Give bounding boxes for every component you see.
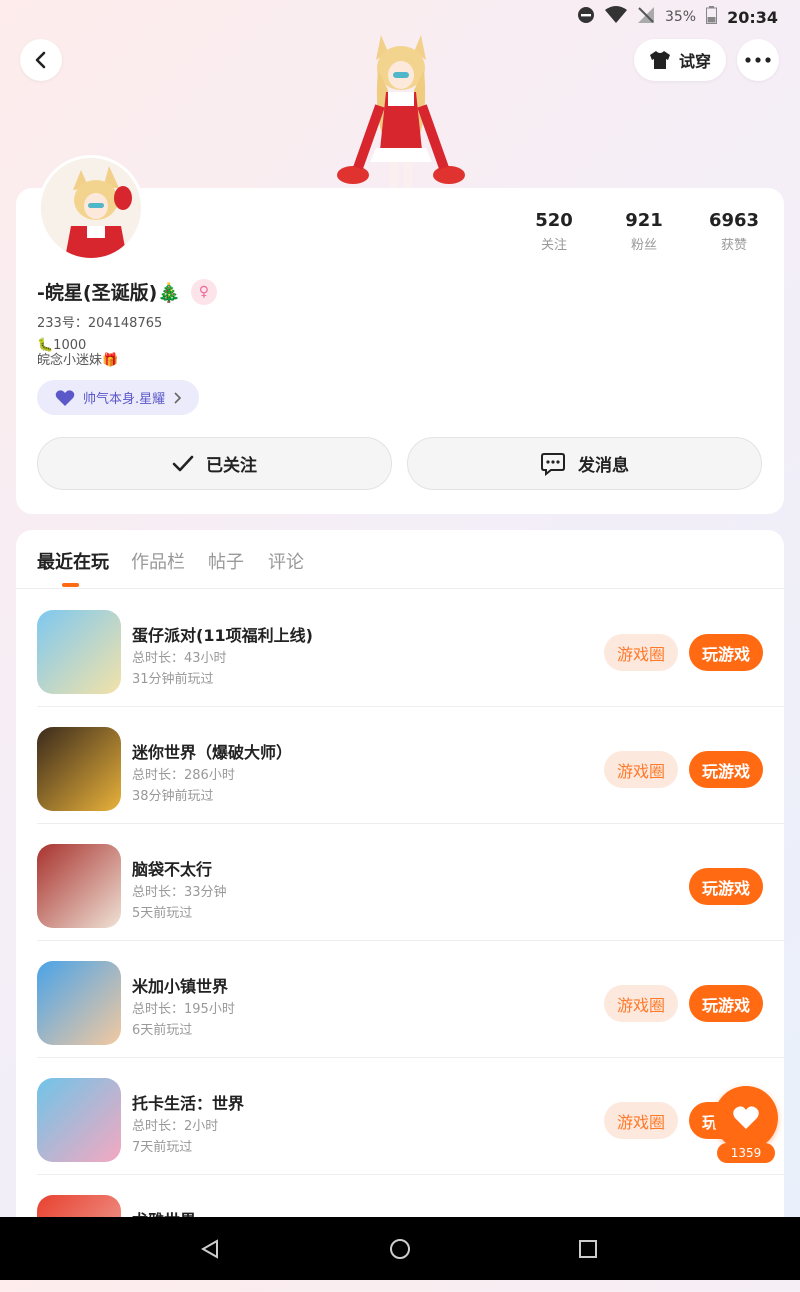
stat-following[interactable]: 520 关注 bbox=[509, 210, 599, 253]
following-button[interactable]: 已关注 bbox=[37, 437, 392, 490]
play-game-button[interactable]: 玩游戏 bbox=[689, 634, 763, 671]
nickname: -皖星(圣诞版)🎄 bbox=[37, 282, 181, 304]
status-bar: 35% 20:34 bbox=[0, 0, 800, 34]
game-row[interactable]: 脑袋不太行总时长：33分钟 5天前玩过 玩游戏 bbox=[16, 824, 784, 941]
checkmark-icon bbox=[172, 455, 194, 471]
bio-line: 皖念小迷妹🎁 bbox=[37, 353, 119, 368]
tab-works[interactable]: 作品栏 bbox=[131, 548, 185, 574]
game-duration: 总时长：2小时 bbox=[132, 1119, 219, 1134]
game-icon[interactable] bbox=[37, 727, 121, 811]
play-game-button[interactable]: 玩游戏 bbox=[689, 868, 763, 905]
back-button[interactable] bbox=[20, 39, 62, 81]
game-title: 迷你世界（爆破大师） bbox=[132, 743, 293, 762]
game-duration: 总时长：195小时 bbox=[132, 1002, 235, 1017]
game-row[interactable]: 米加小镇世界总时长：195小时 6天前玩过 游戏圈 玩游戏 bbox=[16, 941, 784, 1058]
more-button[interactable] bbox=[737, 39, 779, 81]
chat-bubble-icon bbox=[541, 452, 565, 476]
stat-value: 921 bbox=[625, 210, 663, 231]
try-on-button[interactable]: 试穿 bbox=[634, 39, 726, 81]
tab-posts[interactable]: 帖子 bbox=[208, 548, 244, 574]
avatar[interactable] bbox=[38, 155, 144, 261]
battery-percent: 35% bbox=[664, 9, 697, 25]
game-title: 米加小镇世界 bbox=[132, 977, 229, 996]
tab-comments[interactable]: 评论 bbox=[268, 548, 304, 574]
chevron-left-icon bbox=[35, 51, 46, 69]
game-row[interactable]: 托卡生活：世界总时长：2小时7天前玩过游戏圈玩游戏 bbox=[16, 1058, 784, 1175]
like-button[interactable] bbox=[714, 1086, 778, 1150]
game-duration: 总时长：286小时 bbox=[132, 768, 235, 783]
game-last-played: 5天前玩过 bbox=[132, 906, 193, 921]
user-id: 233号：204148765 bbox=[37, 316, 163, 331]
game-title: 蛋仔派对(11项福利上线) bbox=[132, 626, 313, 645]
no-signal-icon bbox=[637, 6, 655, 28]
stat-value: 520 bbox=[535, 210, 573, 231]
play-game-button[interactable]: 玩游戏 bbox=[689, 751, 763, 788]
try-on-label: 试穿 bbox=[678, 52, 711, 71]
game-circle-button[interactable]: 游戏圈 bbox=[604, 985, 678, 1022]
title-badge[interactable]: 帅气本身.星耀 bbox=[37, 380, 199, 415]
game-title: 脑袋不太行 bbox=[132, 860, 213, 879]
game-icon[interactable] bbox=[37, 1078, 121, 1162]
game-circle-button[interactable]: 游戏圈 bbox=[604, 634, 678, 671]
navigation-bar bbox=[0, 1217, 800, 1280]
badge-label: 帅气本身.星耀 bbox=[83, 392, 166, 407]
tab-indicator bbox=[62, 583, 79, 587]
message-button[interactable]: 发消息 bbox=[407, 437, 762, 490]
more-dots-icon bbox=[745, 57, 771, 63]
message-label: 发消息 bbox=[578, 456, 629, 476]
game-last-played: 6天前玩过 bbox=[132, 1023, 193, 1038]
stat-label: 粉丝 bbox=[630, 238, 657, 253]
game-duration: 总时长：33分钟 bbox=[132, 885, 227, 900]
divider bbox=[16, 588, 784, 589]
nav-home-icon[interactable] bbox=[389, 1238, 411, 1260]
clock: 20:34 bbox=[727, 7, 778, 27]
bio: 🐛1000 皖念小迷妹🎁 bbox=[37, 338, 118, 368]
stat-likes[interactable]: 6963 获赞 bbox=[689, 210, 779, 253]
bio-line: 🐛1000 bbox=[37, 338, 87, 353]
game-last-played: 7天前玩过 bbox=[132, 1140, 193, 1155]
stat-value: 6963 bbox=[708, 210, 760, 231]
nav-back-icon[interactable] bbox=[200, 1239, 220, 1259]
wifi-icon bbox=[604, 6, 627, 28]
game-icon[interactable] bbox=[37, 844, 121, 928]
tab-recent-playing[interactable]: 最近在玩 bbox=[37, 548, 109, 574]
game-icon[interactable] bbox=[37, 610, 121, 694]
play-game-button[interactable]: 玩游戏 bbox=[689, 985, 763, 1022]
following-label: 已关注 bbox=[206, 456, 257, 476]
game-last-played: 38分钟前玩过 bbox=[132, 789, 214, 804]
game-duration: 总时长：43小时 bbox=[132, 651, 227, 666]
game-circle-button[interactable]: 游戏圈 bbox=[604, 1102, 678, 1139]
heart-icon bbox=[733, 1106, 759, 1129]
game-title: 托卡生活：世界 bbox=[132, 1094, 245, 1113]
game-row[interactable]: 迷你世界（爆破大师） 总时长：286小时 38分钟前玩过 游戏圈 玩游戏 bbox=[16, 707, 784, 824]
shirt-icon bbox=[649, 51, 670, 69]
female-gender-icon: ♀ bbox=[190, 278, 217, 305]
avatar-character-figure bbox=[336, 30, 466, 190]
stat-label: 获赞 bbox=[720, 238, 747, 253]
game-circle-button[interactable]: 游戏圈 bbox=[604, 751, 678, 788]
dnd-icon bbox=[577, 6, 595, 28]
game-row[interactable]: 蛋仔派对(11项福利上线) 总时长：43小时 31分钟前玩过 游戏圈 玩游戏 bbox=[16, 590, 784, 707]
nickname-row: -皖星(圣诞版)🎄 ♀ bbox=[37, 278, 217, 305]
battery-icon bbox=[706, 6, 718, 28]
nav-recents-icon[interactable] bbox=[579, 1240, 597, 1258]
game-icon[interactable] bbox=[37, 961, 121, 1045]
heart-badge-icon bbox=[55, 389, 75, 406]
like-count: 1359 bbox=[717, 1143, 775, 1163]
stat-label: 关注 bbox=[540, 238, 567, 253]
chevron-right-icon bbox=[174, 391, 182, 404]
game-last-played: 31分钟前玩过 bbox=[132, 672, 214, 687]
stat-fans[interactable]: 921 粉丝 bbox=[599, 210, 689, 253]
